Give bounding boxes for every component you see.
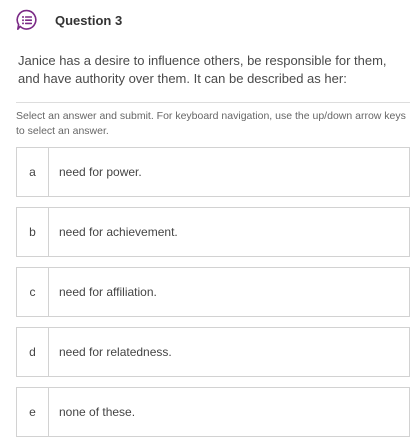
answer-letter: b [17, 208, 49, 256]
answer-instructions: Select an answer and submit. For keyboar… [16, 110, 406, 137]
answer-option-c[interactable]: c need for affiliation. [16, 267, 410, 317]
answer-text: need for power. [59, 165, 142, 179]
answer-text: need for relatedness. [59, 345, 172, 359]
answer-option-b[interactable]: b need for achievement. [16, 207, 410, 257]
answer-text: need for affiliation. [59, 285, 157, 299]
answer-option-e[interactable]: e none of these. [16, 387, 410, 437]
answer-letter: c [17, 268, 49, 316]
answer-letter: e [17, 388, 49, 436]
question-title: Question 3 [55, 12, 123, 28]
question-list-icon [16, 9, 38, 31]
answer-list: a need for power. b need for achievement… [16, 147, 410, 447]
answer-option-d[interactable]: d need for relatedness. [16, 327, 410, 377]
question-text: Janice has a desire to influence others,… [18, 53, 387, 86]
divider [16, 102, 410, 103]
question-header: Question 3 [16, 8, 122, 32]
answer-letter: d [17, 328, 49, 376]
answer-text: need for achievement. [59, 225, 178, 239]
answer-text: none of these. [59, 405, 136, 419]
answer-letter: a [17, 148, 49, 196]
answer-option-a[interactable]: a need for power. [16, 147, 410, 197]
